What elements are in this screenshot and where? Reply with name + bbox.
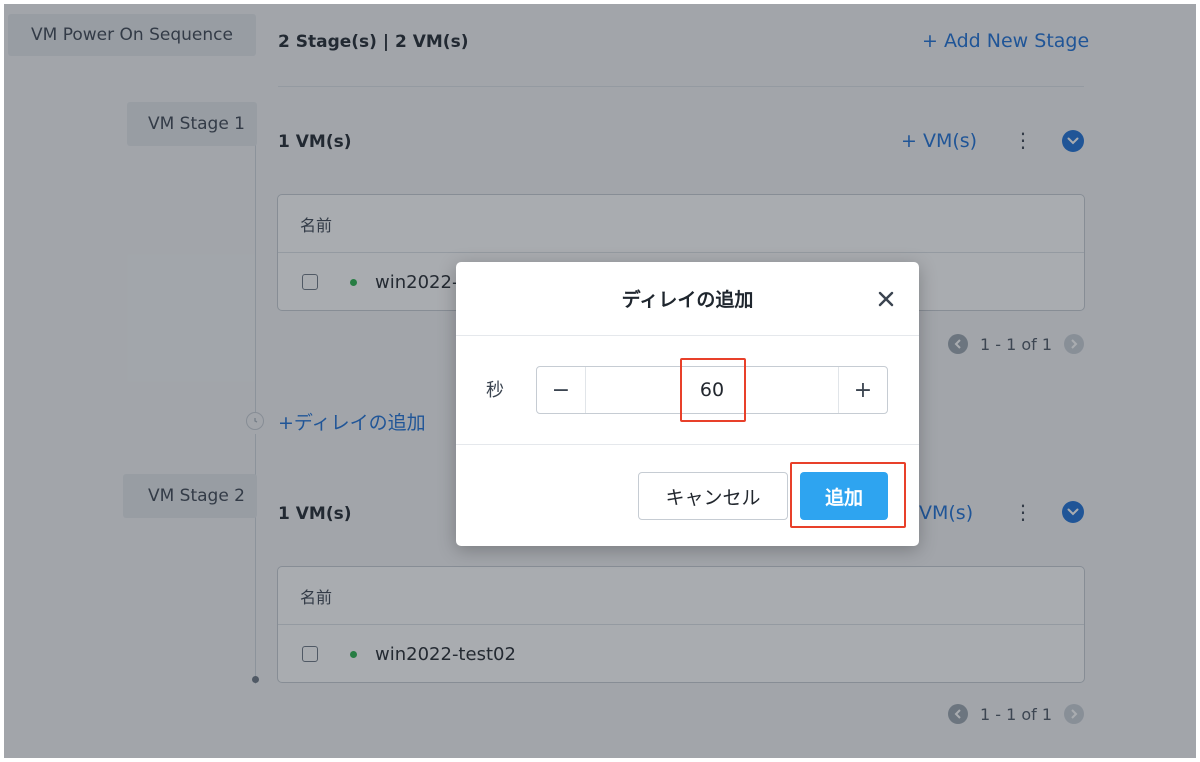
dialog-footer-divider [456,444,919,445]
increment-button[interactable]: + [839,367,887,413]
decrement-button[interactable]: − [537,367,585,413]
dialog-title: ディレイの追加 [456,262,919,336]
power-on-sequence-panel: VM Power On Sequence 2 Stage(s) | 2 VM(s… [4,4,1196,758]
highlight-box-add [790,462,906,528]
add-delay-dialog: ディレイの追加 秒 − 60 + キャンセル 追加 [456,262,919,546]
close-icon[interactable] [875,288,897,310]
cancel-button[interactable]: キャンセル [638,472,788,520]
highlight-box-value [680,358,746,422]
seconds-label: 秒 [486,380,504,401]
